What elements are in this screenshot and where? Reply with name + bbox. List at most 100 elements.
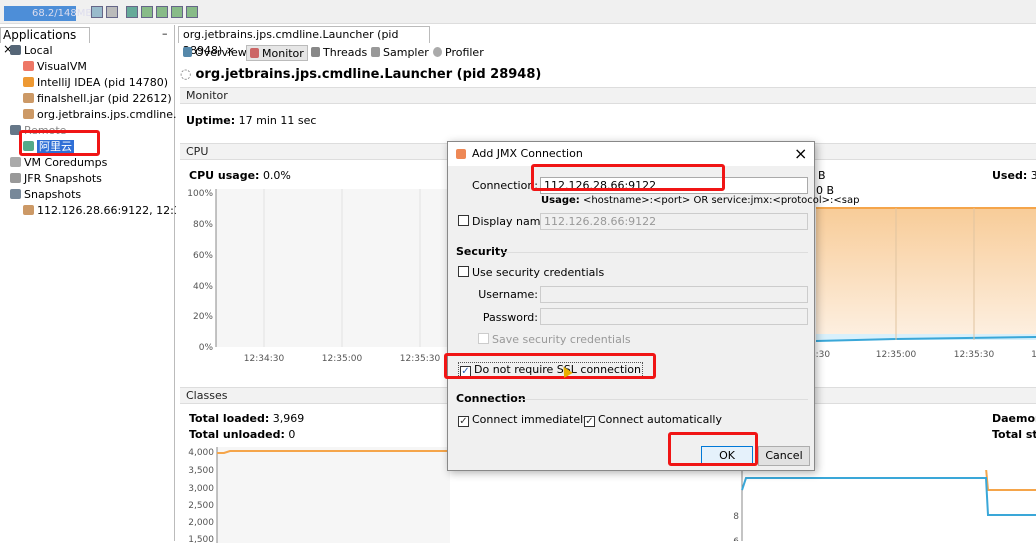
x-tick: 12:34:30: [244, 354, 285, 364]
x-tick: 12:35:30: [954, 350, 995, 360]
close-icon[interactable]: ×: [794, 144, 807, 163]
tree-remote[interactable]: Remote: [10, 123, 66, 139]
profiler-icon: [433, 47, 442, 57]
coredump-icon: [10, 157, 21, 167]
connection-label: Connection:: [472, 179, 538, 192]
save-credentials-checkbox[interactable]: Save security credentials: [478, 333, 631, 346]
y-tick: 60%: [193, 251, 213, 261]
info-icon: [183, 47, 192, 57]
toolbar: 68.2/148MB: [0, 0, 1036, 24]
visualvm-icon: [456, 149, 466, 159]
tree-visualvm[interactable]: VisualVM: [23, 59, 87, 75]
page-title: ◌ org.jetbrains.jps.cmdline.Launcher (pi…: [180, 67, 542, 82]
heap-size: B: [818, 169, 826, 182]
cpu-chart: 100% 80% 60% 40% 20% 0% 12:34:30 12:35:00 12:35…: [187, 189, 450, 364]
cancel-button[interactable]: Cancel: [758, 446, 810, 466]
checkbox-icon: [458, 215, 469, 226]
jfr-icon: [10, 173, 21, 183]
y-tick: 1,500: [188, 535, 214, 543]
add-jmx-connection-dialog: Add JMX Connection × Connection: 112.126…: [447, 141, 859, 471]
y-tick: 40%: [193, 282, 213, 292]
java-icon: [23, 93, 34, 103]
heap-used: Used: 38: [992, 169, 1036, 182]
x-tick: 1: [1031, 350, 1036, 360]
dialog-title-bar: Add JMX Connection: [448, 142, 814, 166]
applications-panel: Applications × – Local VisualVM IntelliJ…: [0, 25, 228, 541]
java-icon: [23, 205, 34, 215]
usage-hint: Usage: <hostname>:<port> OR service:jmx:…: [541, 195, 860, 206]
total-started: Total star: [992, 428, 1036, 441]
checkbox-checked-icon: ✓: [584, 416, 595, 427]
threads-icon: [311, 47, 320, 57]
add-jmx-icon[interactable]: [126, 6, 138, 18]
checkbox-icon: [458, 266, 469, 277]
y-tick: 80%: [193, 220, 213, 230]
sampler-icon: [371, 47, 380, 57]
y-tick: 4,000: [188, 448, 214, 458]
snapshot-icon: [10, 189, 21, 199]
remote-host-icon: [23, 141, 34, 151]
y-tick: 6: [733, 537, 739, 541]
tab-profiler[interactable]: Profiler: [430, 45, 487, 61]
checkbox-checked-icon: ✓: [460, 366, 471, 377]
ok-button[interactable]: OK: [701, 446, 753, 466]
tab-monitor[interactable]: Monitor: [246, 45, 308, 61]
save-icon[interactable]: [106, 6, 118, 18]
connection-input[interactable]: 112.126.28.66:9122: [540, 177, 808, 194]
open-icon[interactable]: [91, 6, 103, 18]
java-icon: [23, 109, 34, 119]
checkbox-checked-icon: ✓: [458, 416, 469, 427]
heap-x-axis: 4:3012:35:0012:35:301: [812, 350, 1036, 360]
display-name-checkbox[interactable]: Display name:: [458, 215, 551, 228]
visualvm-icon: [23, 61, 34, 71]
tab-threads[interactable]: Threads: [308, 45, 370, 61]
tree-snapshots[interactable]: Snapshots: [10, 187, 81, 203]
snapshot-icon[interactable]: [171, 6, 183, 18]
cpu-usage: CPU usage: 0.0%: [189, 169, 291, 182]
document-tab[interactable]: org.jetbrains.jps.cmdline.Launcher (pid …: [178, 26, 430, 57]
total-loaded: Total loaded: 3,969: [189, 412, 305, 425]
memory-indicator[interactable]: 68.2/148MB: [4, 6, 92, 21]
no-ssl-checkbox[interactable]: ✓ Do not require SSL connection: [458, 362, 644, 378]
applications-tab[interactable]: Applications ×: [0, 27, 90, 56]
username-input[interactable]: [540, 286, 808, 303]
tree-jfr[interactable]: JFR Snapshots: [10, 171, 102, 187]
y-tick: 100%: [187, 189, 213, 199]
y-tick: 3,500: [188, 466, 214, 476]
compare-icon[interactable]: [186, 6, 198, 18]
y-tick: 2,000: [188, 518, 214, 528]
x-tick: 12:35:00: [322, 354, 363, 364]
remote-icon: [10, 125, 21, 135]
use-credentials-checkbox[interactable]: Use security credentials: [458, 266, 604, 279]
tab-sampler[interactable]: Sampler: [368, 45, 432, 61]
daemon-threads: Daemon: [992, 412, 1036, 425]
classes-chart: 4,000 3,500 3,000 2,500 2,000 1,500: [188, 447, 450, 543]
y-tick: 2,500: [188, 501, 214, 511]
java-icon: [23, 77, 34, 87]
display-name-input[interactable]: 112.126.28.66:9122: [540, 213, 808, 230]
tab-label: Applications: [3, 28, 77, 42]
monitor-header: Monitor: [180, 87, 1036, 104]
tab-overview[interactable]: Overview: [180, 45, 250, 61]
connect-immediately-checkbox[interactable]: ✓ Connect immediately: [458, 413, 590, 427]
cpu-header: CPU: [180, 143, 450, 160]
tree-local[interactable]: Local: [10, 43, 53, 59]
connect-automatically-checkbox[interactable]: ✓ Connect automatically: [584, 413, 722, 427]
minimize-icon[interactable]: –: [162, 27, 168, 40]
x-tick: 12:35:30: [400, 354, 441, 364]
tree-finalshell[interactable]: finalshell.jar (pid 22612): [23, 91, 172, 107]
password-input[interactable]: [540, 308, 808, 325]
live-threads-line: [985, 470, 1036, 491]
threads-chart: 8 6: [733, 470, 1036, 541]
tree-intellij[interactable]: IntelliJ IDEA (pid 14780): [23, 75, 168, 91]
tree-aliyun[interactable]: 阿里云: [23, 139, 74, 155]
tree-coredumps[interactable]: VM Coredumps: [10, 155, 107, 171]
heap-dump-icon[interactable]: [141, 6, 153, 18]
total-unloaded: Total unloaded: 0: [189, 428, 296, 441]
computer-icon: [10, 45, 21, 55]
connection-heading: Connection: [456, 392, 526, 405]
uptime: Uptime: 17 min 11 sec: [186, 114, 317, 127]
thread-dump-icon[interactable]: [156, 6, 168, 18]
heap-chart: 4:30: [816, 207, 1036, 342]
monitor-icon: [250, 48, 259, 58]
